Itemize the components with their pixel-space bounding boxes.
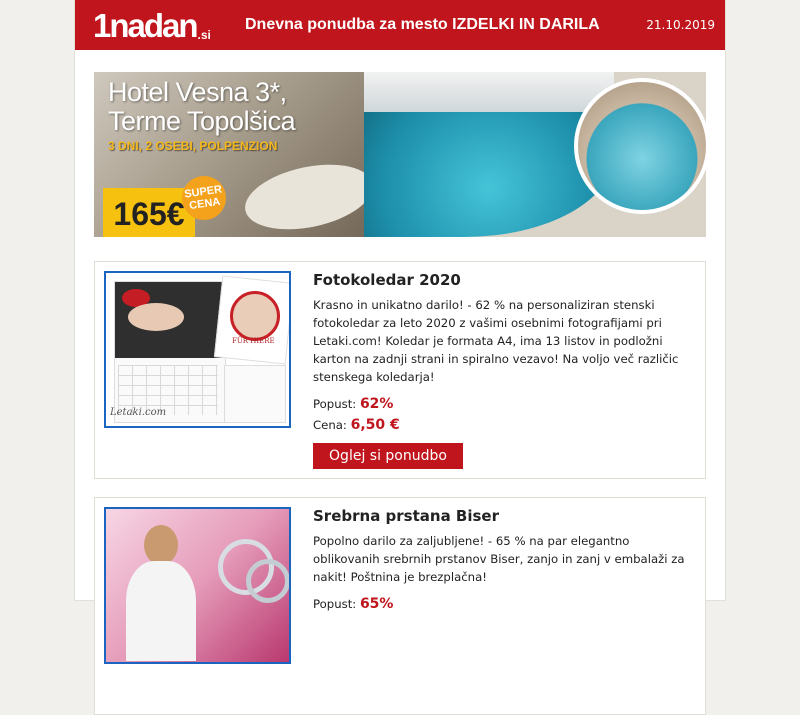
offer-thumbnail[interactable] <box>104 507 291 664</box>
discount-value: 62% <box>359 396 394 412</box>
letaki-logo: Letaki.com <box>110 407 167 418</box>
brand-logo[interactable]: 1nadan.si <box>93 8 211 44</box>
newsletter-container: 1nadan.si Dnevna ponudba za mesto IZDELK… <box>75 0 725 715</box>
banner-couple-photo <box>574 78 706 214</box>
baby-figure <box>128 303 184 331</box>
logo-text: 1nadan <box>93 7 199 44</box>
view-offer-button[interactable]: Oglej si ponudbo <box>313 443 463 469</box>
header-title: Dnevna ponudba za mesto IZDELKI IN DARIL… <box>245 0 600 50</box>
discount-value: 65% <box>359 596 394 612</box>
price-label: Cena: <box>313 418 347 432</box>
header-date: 21.10.2019 <box>646 18 715 32</box>
offer-description: Krasno in unikatno darilo! - 62 % na per… <box>313 298 679 384</box>
offer-content: Fotokoledar 2020 Krasno in unikatno dari… <box>313 270 698 469</box>
offer-price: Cena: 6,50 € <box>313 415 698 436</box>
offer-title[interactable]: Srebrna prstana Biser <box>313 506 698 526</box>
header-title-prefix: Dnevna ponudba za mesto <box>245 16 448 33</box>
calendar-thumb-text: FÜR HIERE <box>232 337 275 345</box>
banner-hotel-title: Hotel Vesna 3*, Terme Topolšica <box>108 77 296 136</box>
banner-title-line2: Terme Topolšica <box>108 106 296 136</box>
discount-label: Popust: <box>313 597 357 611</box>
model-head <box>144 525 178 565</box>
offer-thumbnail[interactable]: FÜR HIERE Letaki.com <box>104 271 291 428</box>
offer-content: Srebrna prstana Biser Popolno darilo za … <box>313 506 698 615</box>
banner-subtitle: 3 DNI, 2 OSEBI, POLPENZION <box>108 139 278 153</box>
offer-meta: Popust: 62% Cena: 6,50 € <box>313 394 698 436</box>
price-value: 6,50 € <box>350 417 400 433</box>
calendar-page-3 <box>224 365 286 423</box>
offer-title[interactable]: Fotokoledar 2020 <box>313 270 698 290</box>
header-bar: 1nadan.si Dnevna ponudba za mesto IZDELK… <box>75 0 725 50</box>
logo-tld: .si <box>197 28 211 42</box>
offer-discount: Popust: 65% <box>313 594 698 615</box>
offer-card: Srebrna prstana Biser Popolno darilo za … <box>94 497 706 715</box>
discount-label: Popust: <box>313 397 357 411</box>
banner-title-line1: Hotel Vesna 3*, <box>108 77 287 107</box>
hotel-banner[interactable]: Hotel Vesna 3*, Terme Topolšica 3 DNI, 2… <box>94 72 706 237</box>
header-city: IZDELKI IN DARILA <box>452 16 600 33</box>
offer-card: FÜR HIERE Letaki.com Fotokoledar 2020 Kr… <box>94 261 706 479</box>
model-dress <box>126 561 196 661</box>
banner-pool-ceiling <box>364 72 614 112</box>
offer-discount: Popust: 62% <box>313 394 698 415</box>
offer-description: Popolno darilo za zaljubljene! - 65 % na… <box>313 534 685 584</box>
baby-face <box>230 291 280 341</box>
offer-meta: Popust: 65% <box>313 594 698 615</box>
ring-icon <box>246 559 289 603</box>
